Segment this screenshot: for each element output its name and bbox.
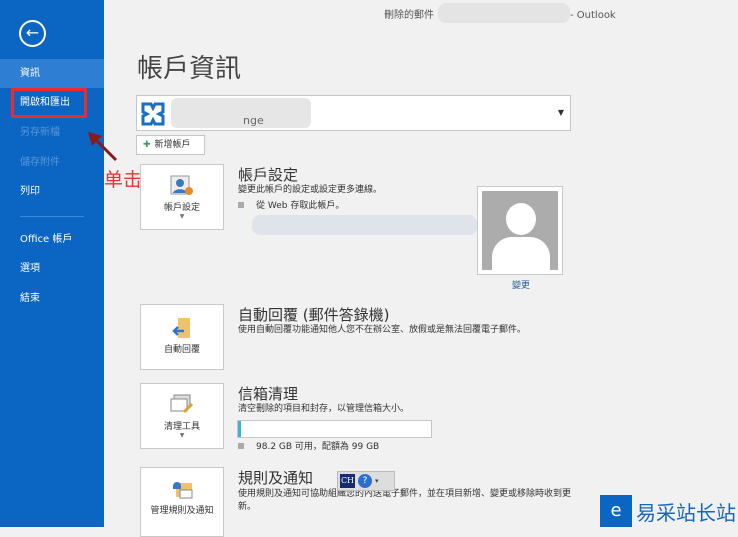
sidebar-divider <box>20 216 84 217</box>
sidebar: ← 資訊 開啟和匯出 另存新檔 儲存附件 列印 Office 帳戶 選項 結束 <box>0 0 104 527</box>
account-settings-icon <box>170 175 193 195</box>
section-description: 使用自動回覆功能通知他人您不在辦公室、放假或是無法回覆電子郵件。 <box>238 325 527 335</box>
exchange-icon <box>141 102 165 126</box>
highlight-box <box>11 88 87 118</box>
sidebar-item-print[interactable]: 列印 <box>0 177 104 206</box>
sidebar-item-info[interactable]: 資訊 <box>0 59 104 88</box>
add-account-button[interactable]: ✚ 新增帳戶 <box>136 135 205 155</box>
sidebar-item-office-account[interactable]: Office 帳戶 <box>0 225 104 254</box>
bullet-icon <box>238 202 244 208</box>
sidebar-item-options[interactable]: 選項 <box>0 254 104 283</box>
section-description: 使用規則及通知可協助組織您的內送電子郵件，並在項目新增、變更或移除時收到更新。 <box>238 489 572 512</box>
bullet-icon <box>238 443 244 449</box>
redacted-link <box>252 215 477 235</box>
account-selector[interactable]: nge ▼ <box>136 95 571 131</box>
chevron-down-icon: ▼ <box>557 108 564 117</box>
ime-toolbar[interactable]: CH ? ▾ <box>337 471 395 491</box>
watermark-logo: e 易采站长站 <box>600 495 738 527</box>
annotation-label: 单击 <box>104 169 143 191</box>
mailbox-usage-fill <box>238 421 241 437</box>
plus-icon: ✚ <box>143 140 151 150</box>
chevron-down-icon: ▼ <box>179 213 185 220</box>
section-description: 清空刪除的項目和封存，以管理信箱大小。 <box>238 404 410 414</box>
mailbox-usage-text: 98.2 GB 可用，配額為 99 GB <box>238 441 578 454</box>
section-title: 自動回覆 (郵件答錄機) <box>238 306 390 324</box>
ime-language-button[interactable]: CH <box>340 474 355 488</box>
redacted-account <box>171 98 311 128</box>
chevron-down-icon: ▼ <box>179 432 185 439</box>
back-arrow-icon: ← <box>25 23 40 42</box>
page-title: 帳戶資訊 <box>137 54 242 84</box>
rules-icon <box>173 482 193 499</box>
auto-reply-icon <box>172 318 190 338</box>
watermark-icon: e <box>600 495 632 527</box>
cleanup-icon <box>170 394 194 414</box>
avatar <box>477 186 563 275</box>
account-settings-button[interactable]: 帳戶設定 ▼ <box>140 164 224 230</box>
account-type: nge <box>243 114 264 127</box>
section-title: 帳戶設定 <box>238 166 299 184</box>
web-access-link[interactable]: 從 Web 存取此帳戶。 <box>256 201 344 211</box>
ime-menu-icon[interactable]: ▾ <box>375 477 379 485</box>
annotation-arrow-icon <box>88 132 118 162</box>
auto-reply-button[interactable]: 自動回覆 <box>140 304 224 370</box>
change-photo-link[interactable]: 變更 <box>512 278 530 291</box>
section-title: 信箱清理 <box>238 385 299 403</box>
cleanup-tools-button[interactable]: 清理工具 ▼ <box>140 383 224 449</box>
back-button[interactable]: ← <box>19 20 46 47</box>
section-title: 規則及通知 <box>238 469 314 487</box>
redacted-title <box>438 3 570 23</box>
help-icon[interactable]: ? <box>358 474 372 488</box>
sidebar-item-exit[interactable]: 結束 <box>0 284 104 313</box>
mailbox-usage-bar <box>237 420 432 438</box>
